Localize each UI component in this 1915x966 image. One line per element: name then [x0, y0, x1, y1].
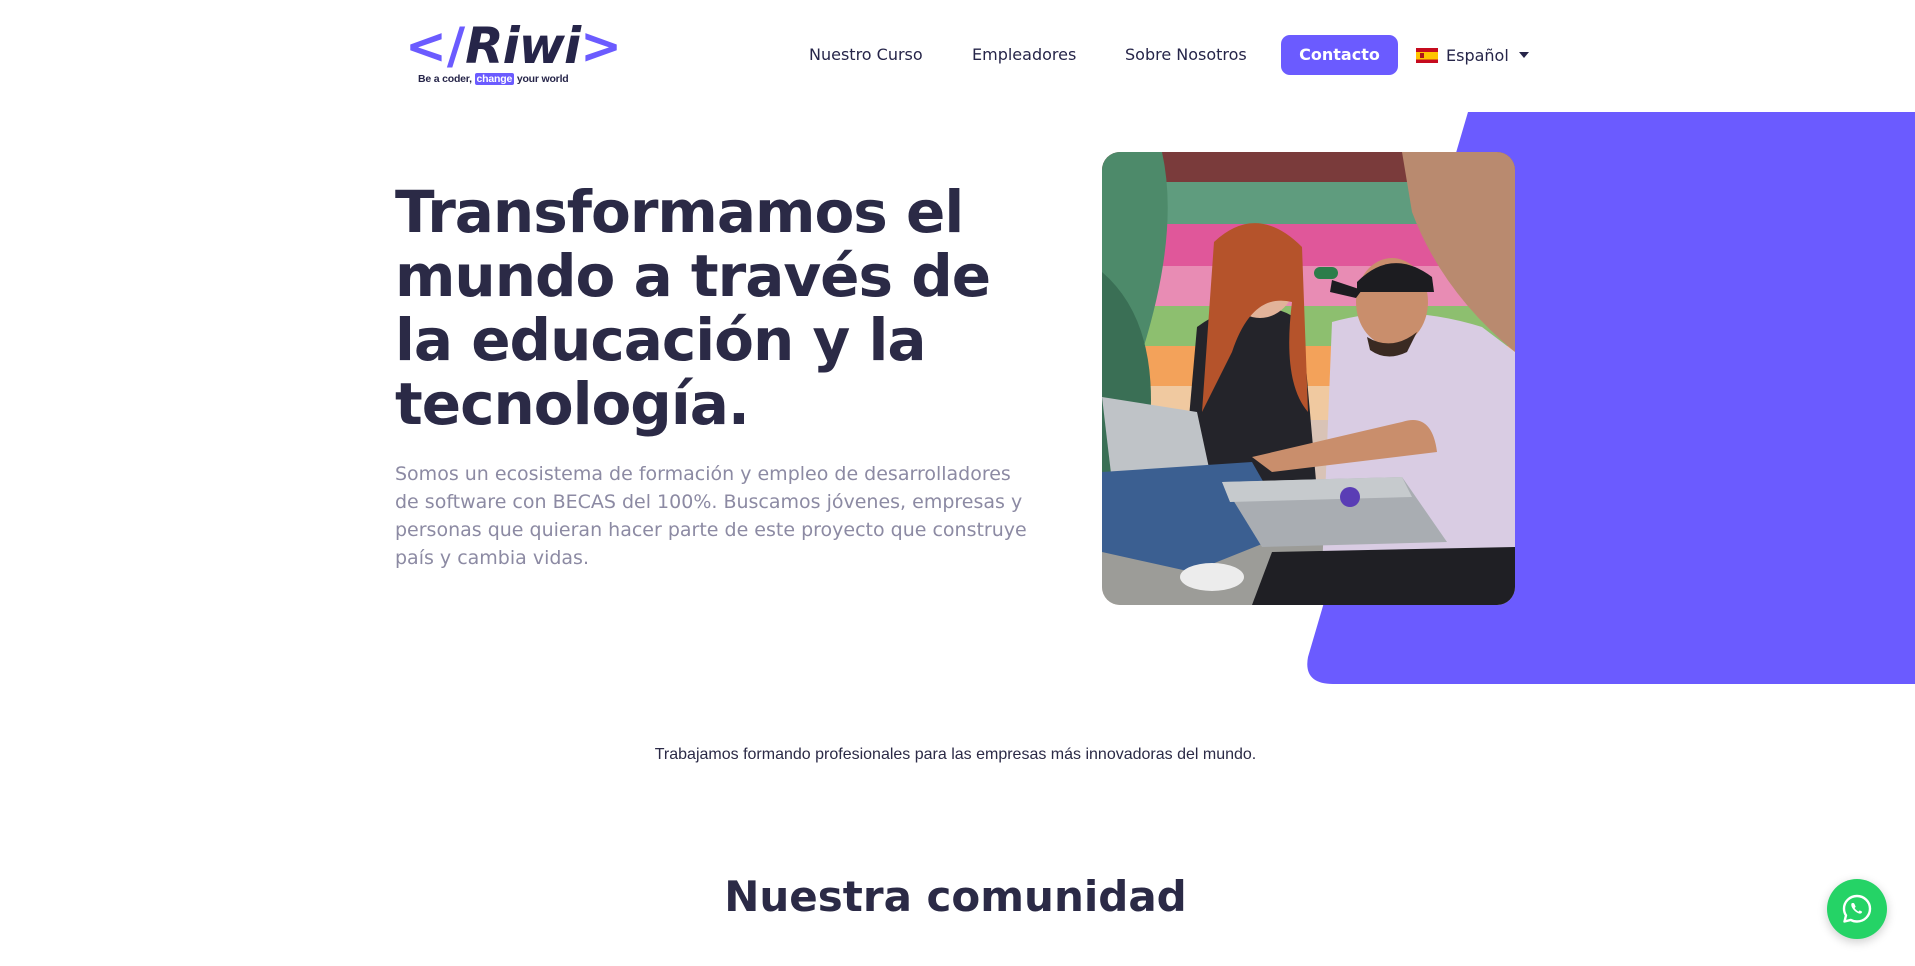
hero-description: Somos un ecosistema de formación y emple… — [395, 463, 1027, 569]
contact-button[interactable]: Contacto — [1281, 35, 1398, 75]
logo-mark: </ Riwi > — [405, 20, 622, 72]
hero-photo — [1102, 152, 1515, 605]
nav-link-empleadores[interactable]: Empleadores — [972, 35, 1076, 75]
whatsapp-icon — [1842, 894, 1872, 923]
spain-flag-icon — [1416, 47, 1438, 63]
logo-wordmark: Riwi — [465, 17, 581, 75]
whatsapp-button[interactable] — [1827, 879, 1887, 939]
language-label: Español — [1446, 45, 1509, 65]
tagline-highlight: change — [474, 73, 515, 85]
logo-bracket-left: </ — [405, 17, 466, 75]
hero-title: Transformamos el mundo a través de la ed… — [395, 178, 991, 438]
tagline-post: your world — [516, 73, 569, 85]
riwi-logo[interactable]: </ Riwi > Be a coder, change your world — [405, 20, 622, 90]
logo-bracket-right: > — [580, 17, 623, 75]
nav-link-sobre-nosotros[interactable]: Sobre Nosotros — [1125, 35, 1247, 75]
nav-link-nuestro-curso[interactable]: Nuestro Curso — [809, 35, 923, 75]
site-header: </ Riwi > Be a coder, change your world … — [0, 0, 1915, 110]
language-selector[interactable]: Español — [1416, 35, 1529, 75]
chevron-down-icon — [1518, 52, 1529, 58]
logo-tagline: Be a coder, change your world — [418, 73, 569, 85]
partners-text: Trabajamos formando profesionales para l… — [654, 746, 1257, 763]
tagline-pre: Be a coder, — [418, 73, 472, 85]
community-title: Nuestra comunidad — [724, 872, 1187, 921]
